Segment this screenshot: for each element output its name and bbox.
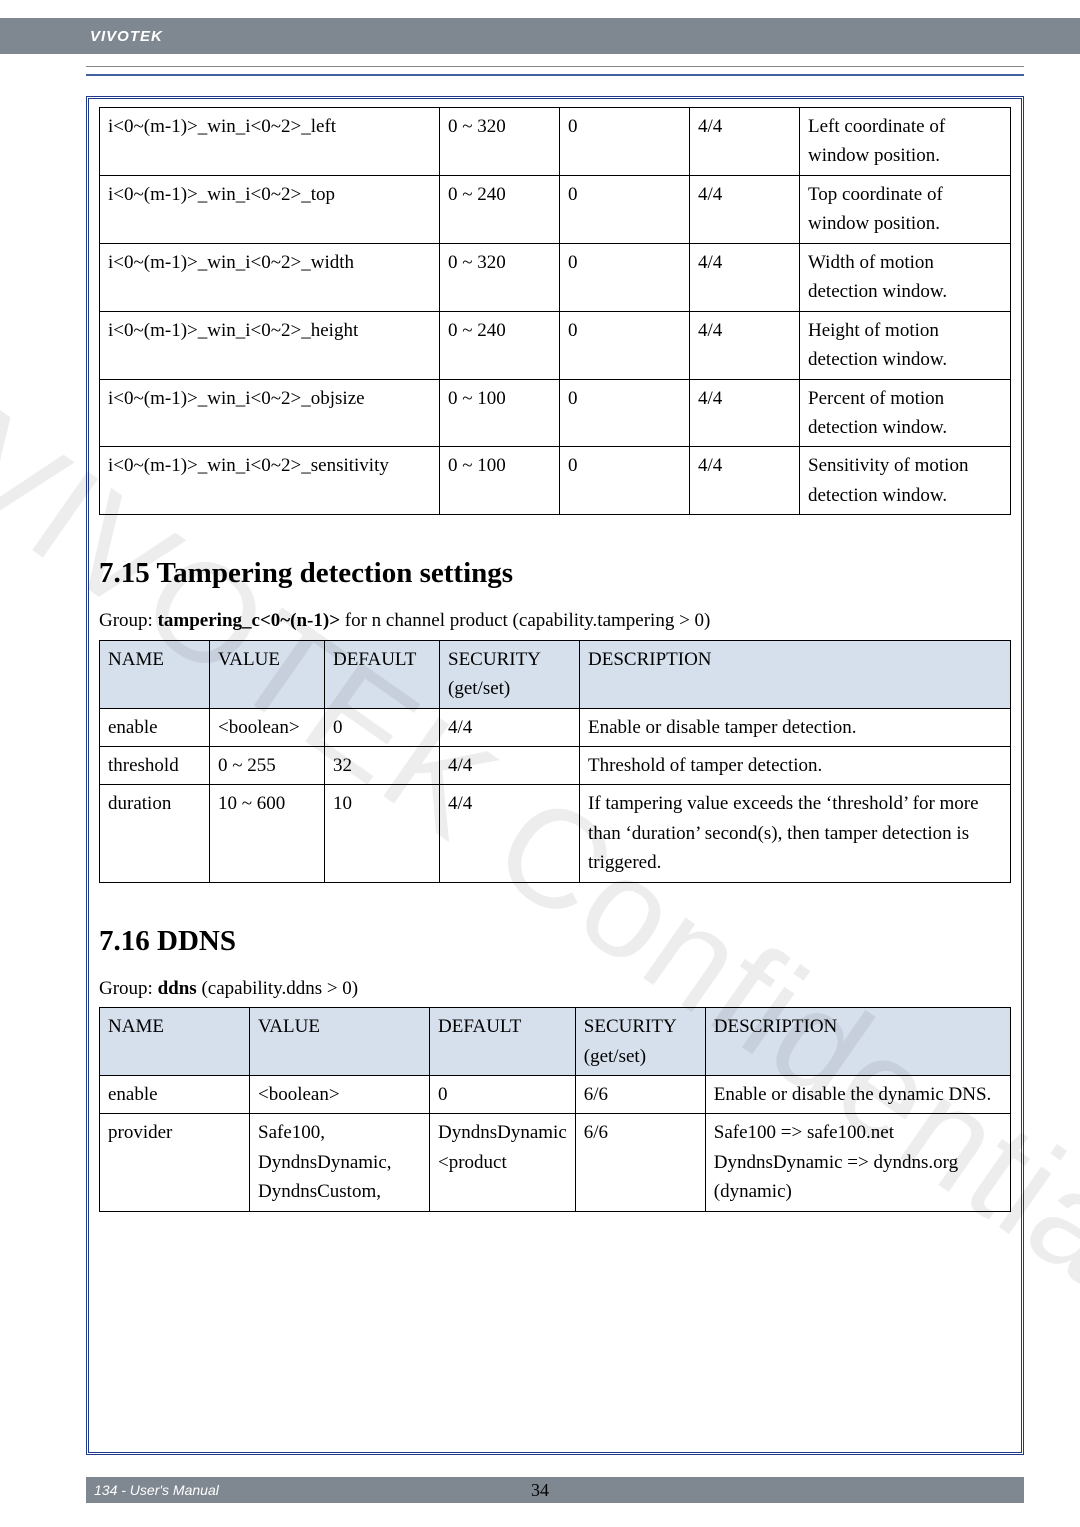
col-default: DEFAULT (430, 1008, 576, 1076)
page-content: VIVOTEK Confidential i<0~(m-1)>_win_i<0~… (86, 96, 1024, 1455)
group-suffix: for n channel product (capability.tamper… (340, 610, 710, 631)
col-value: VALUE (210, 640, 325, 708)
col-value: VALUE (250, 1008, 430, 1076)
param-default: 0 (560, 243, 690, 311)
param-name: duration (100, 785, 210, 882)
section-heading-716: 7.16 DDNS (99, 919, 1011, 964)
param-security: 4/4 (690, 108, 800, 176)
table-row: enable <boolean> 0 4/4 Enable or disable… (100, 708, 1011, 746)
param-security: 4/4 (690, 447, 800, 515)
param-value: 0 ~ 320 (440, 108, 560, 176)
param-desc: Sensitivity of motion detection window. (800, 447, 1011, 515)
col-desc: DESCRIPTION (705, 1008, 1010, 1076)
table-row: i<0~(m-1)>_win_i<0~2>_top 0 ~ 240 0 4/4 … (100, 175, 1011, 243)
group-line-716: Group: ddns (capability.ddns > 0) (99, 974, 1011, 1003)
group-name: ddns (158, 978, 197, 999)
param-default: 10 (325, 785, 440, 882)
table-header-row: NAME VALUE DEFAULT SECURITY (get/set) DE… (100, 1008, 1011, 1076)
param-name: i<0~(m-1)>_win_i<0~2>_width (100, 243, 440, 311)
param-security: 4/4 (690, 311, 800, 379)
param-desc: Threshold of tamper detection. (580, 746, 1011, 784)
param-desc: Left coordinate of window position. (800, 108, 1011, 176)
param-value: <boolean> (210, 708, 325, 746)
center-page-number: 34 (531, 1480, 549, 1501)
param-name: i<0~(m-1)>_win_i<0~2>_top (100, 175, 440, 243)
param-desc: If tampering value exceeds the ‘threshol… (580, 785, 1011, 882)
param-name: enable (100, 708, 210, 746)
table-row: i<0~(m-1)>_win_i<0~2>_height 0 ~ 240 0 4… (100, 311, 1011, 379)
table-row: i<0~(m-1)>_win_i<0~2>_width 0 ~ 320 0 4/… (100, 243, 1011, 311)
footer-text: 134 - User's Manual (94, 1482, 219, 1498)
param-default: 0 (560, 379, 690, 447)
tampering-table: NAME VALUE DEFAULT SECURITY (get/set) DE… (99, 640, 1011, 883)
param-default: 0 (560, 447, 690, 515)
param-security: 4/4 (440, 708, 580, 746)
group-suffix: (capability.ddns > 0) (197, 978, 358, 999)
motion-window-table: i<0~(m-1)>_win_i<0~2>_left 0 ~ 320 0 4/4… (99, 107, 1011, 515)
col-security: SECURITY (get/set) (440, 640, 580, 708)
group-line-715: Group: tampering_c<0~(n-1)> for n channe… (99, 606, 1011, 635)
table-row: provider Safe100, DyndnsDynamic, DyndnsC… (100, 1114, 1011, 1211)
param-name: threshold (100, 746, 210, 784)
param-value: <boolean> (250, 1075, 430, 1113)
param-desc: Safe100 => safe100.net DyndnsDynamic => … (705, 1114, 1010, 1211)
group-prefix: Group: (99, 610, 158, 631)
ddns-table: NAME VALUE DEFAULT SECURITY (get/set) DE… (99, 1007, 1011, 1212)
param-security: 4/4 (690, 379, 800, 447)
param-desc: Top coordinate of window position. (800, 175, 1011, 243)
table-row: i<0~(m-1)>_win_i<0~2>_left 0 ~ 320 0 4/4… (100, 108, 1011, 176)
param-default: 0 (325, 708, 440, 746)
param-desc: Enable or disable the dynamic DNS. (705, 1075, 1010, 1113)
table-header-row: NAME VALUE DEFAULT SECURITY (get/set) DE… (100, 640, 1011, 708)
param-value: Safe100, DyndnsDynamic, DyndnsCustom, (250, 1114, 430, 1211)
param-value: 10 ~ 600 (210, 785, 325, 882)
header-rule (86, 66, 1024, 76)
param-value: 0 ~ 240 (440, 311, 560, 379)
col-name: NAME (100, 640, 210, 708)
param-default: 0 (560, 311, 690, 379)
param-security: 6/6 (575, 1075, 705, 1113)
param-desc: Percent of motion detection window. (800, 379, 1011, 447)
param-security: 4/4 (690, 243, 800, 311)
param-value: 0 ~ 100 (440, 447, 560, 515)
col-desc: DESCRIPTION (580, 640, 1011, 708)
table-row: duration 10 ~ 600 10 4/4 If tampering va… (100, 785, 1011, 882)
param-name: enable (100, 1075, 250, 1113)
section-heading-715: 7.15 Tampering detection settings (99, 551, 1011, 596)
param-default: 0 (430, 1075, 576, 1113)
param-desc: Enable or disable tamper detection. (580, 708, 1011, 746)
header-bar: VIVOTEK (0, 18, 1080, 54)
table-row: enable <boolean> 0 6/6 Enable or disable… (100, 1075, 1011, 1113)
table-row: i<0~(m-1)>_win_i<0~2>_sensitivity 0 ~ 10… (100, 447, 1011, 515)
param-security: 6/6 (575, 1114, 705, 1211)
col-security: SECURITY (get/set) (575, 1008, 705, 1076)
param-name: i<0~(m-1)>_win_i<0~2>_sensitivity (100, 447, 440, 515)
param-desc: Width of motion detection window. (800, 243, 1011, 311)
param-name: i<0~(m-1)>_win_i<0~2>_left (100, 108, 440, 176)
group-prefix: Group: (99, 978, 158, 999)
footer-bar: 134 - User's Manual (86, 1477, 1024, 1503)
param-desc: Height of motion detection window. (800, 311, 1011, 379)
param-name: i<0~(m-1)>_win_i<0~2>_height (100, 311, 440, 379)
table-row: threshold 0 ~ 255 32 4/4 Threshold of ta… (100, 746, 1011, 784)
param-value: 0 ~ 100 (440, 379, 560, 447)
param-name: i<0~(m-1)>_win_i<0~2>_objsize (100, 379, 440, 447)
param-default: 32 (325, 746, 440, 784)
param-security: 4/4 (440, 746, 580, 784)
brand-label: VIVOTEK (90, 28, 163, 45)
table-row: i<0~(m-1)>_win_i<0~2>_objsize 0 ~ 100 0 … (100, 379, 1011, 447)
param-name: provider (100, 1114, 250, 1211)
param-value: 0 ~ 320 (440, 243, 560, 311)
col-name: NAME (100, 1008, 250, 1076)
param-value: 0 ~ 255 (210, 746, 325, 784)
param-default: 0 (560, 108, 690, 176)
param-security: 4/4 (440, 785, 580, 882)
param-security: 4/4 (690, 175, 800, 243)
col-default: DEFAULT (325, 640, 440, 708)
param-value: 0 ~ 240 (440, 175, 560, 243)
group-name: tampering_c<0~(n-1)> (158, 610, 340, 631)
param-default: DyndnsDynamic <product (430, 1114, 576, 1211)
param-default: 0 (560, 175, 690, 243)
